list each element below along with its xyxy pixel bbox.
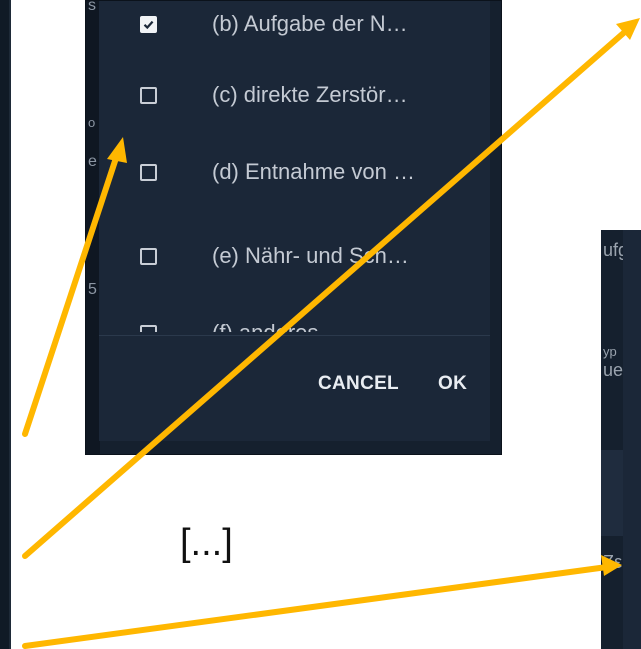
arrow-to-checkbox-d bbox=[22, 152, 120, 437]
arrowhead-icon bbox=[601, 555, 622, 576]
annotation-arrows bbox=[22, 18, 640, 649]
arrow-to-top-right bbox=[22, 27, 630, 559]
arrowhead-icon bbox=[107, 137, 127, 163]
arrow-to-right-row bbox=[22, 564, 610, 649]
